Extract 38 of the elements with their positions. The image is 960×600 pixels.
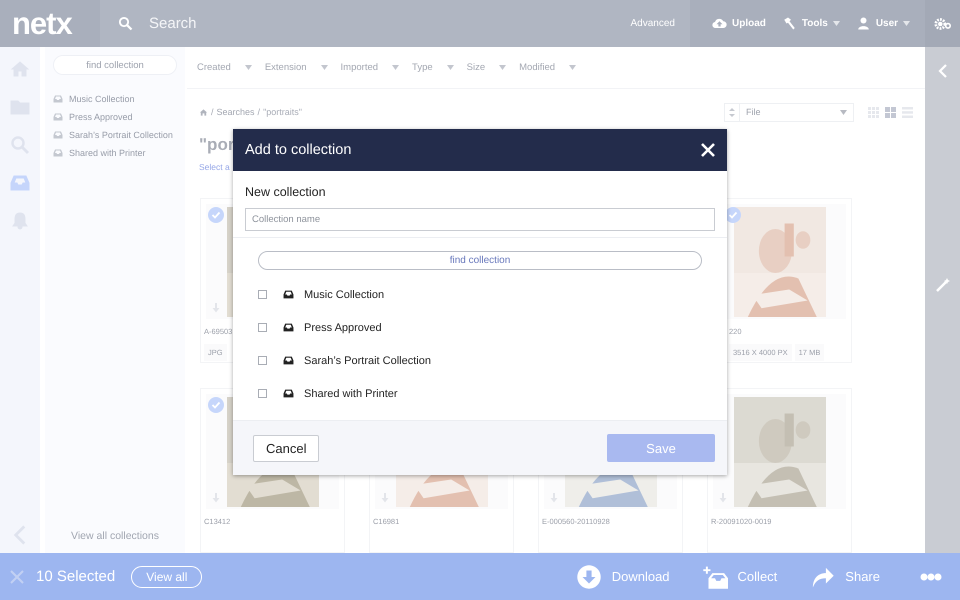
filter-dropdown[interactable]: Created <box>197 62 252 74</box>
toolbar-button[interactable]: User <box>856 16 910 31</box>
collection-item[interactable]: Sarah’s Portrait Collection <box>69 130 173 140</box>
collection-item[interactable]: Music Collection <box>69 94 135 104</box>
collection-item[interactable]: Press Approved <box>69 112 133 122</box>
breadcrumb-current: "portraits" <box>263 107 302 117</box>
advanced-link[interactable]: Advanced <box>630 18 675 29</box>
view-all-collections-link[interactable]: View all collections <box>53 519 177 553</box>
filter-dropdown[interactable]: Size <box>466 62 506 74</box>
collection-name[interactable]: Music Collection <box>304 288 384 300</box>
filter-dropdown[interactable]: Imported <box>340 62 400 74</box>
collection-name-field[interactable]: Collection name <box>245 208 715 231</box>
collection-item[interactable]: Shared with Printer <box>69 148 146 158</box>
selection-count: 10 Selected <box>36 568 116 585</box>
page-title: "por <box>199 134 234 154</box>
filter-dropdown[interactable]: Modified <box>519 62 576 74</box>
collection-name[interactable]: Sarah’s Portrait Collection <box>304 354 431 366</box>
new-collection-label: New collection <box>245 185 327 199</box>
dialog-title: Add to collection <box>245 142 352 158</box>
collection-name[interactable]: Shared with Printer <box>304 388 398 400</box>
action-button[interactable]: Share <box>809 564 880 590</box>
breadcrumb-separator: / <box>211 107 214 117</box>
search-field[interactable]: Search Advanced <box>100 0 690 47</box>
toolbar-button[interactable]: Tools <box>782 16 840 31</box>
action-button[interactable]: Collect <box>702 564 778 590</box>
view-all-button[interactable]: View all <box>131 566 202 588</box>
cancel-button[interactable]: Cancel <box>253 434 320 462</box>
toolbar-button[interactable]: Upload <box>712 16 766 31</box>
find-collection-field[interactable]: find collection <box>258 251 702 270</box>
collection-name[interactable]: Press Approved <box>304 322 382 334</box>
breadcrumb-separator: / <box>258 107 260 117</box>
action-button[interactable]: Download <box>576 564 670 590</box>
filter-dropdown[interactable]: Type <box>412 62 454 74</box>
sort-dropdown[interactable]: File <box>724 102 854 122</box>
filter-dropdown[interactable]: Extension <box>264 62 328 74</box>
select-all-link[interactable]: Select a <box>199 162 230 172</box>
breadcrumb-link[interactable]: Searches <box>216 107 255 117</box>
logo[interactable]: netx <box>0 6 100 42</box>
